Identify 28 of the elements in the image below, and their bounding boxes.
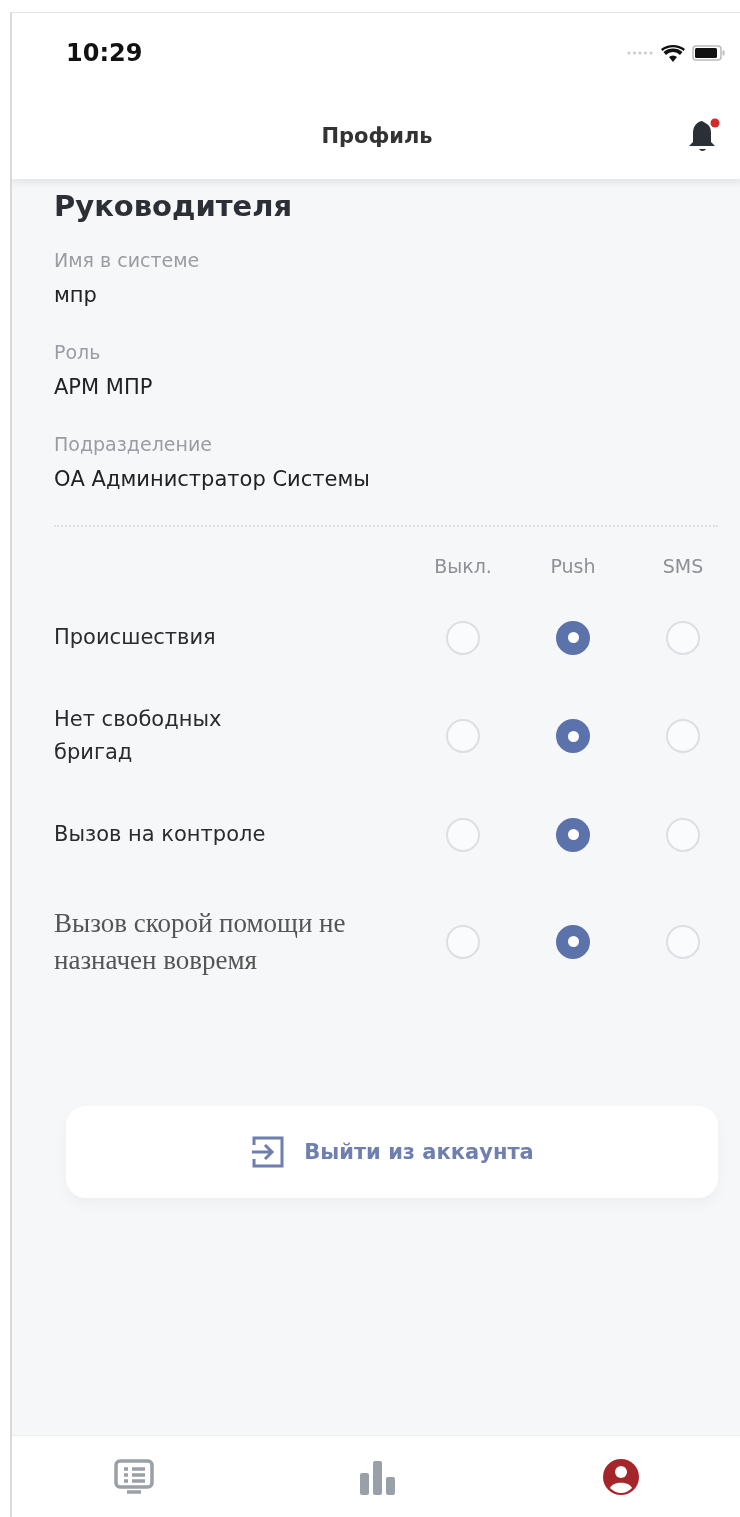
- radio-button[interactable]: [556, 620, 590, 655]
- field-value: АРМ МПР: [54, 375, 154, 399]
- column-header: Push: [550, 555, 596, 579]
- notification-label: Вызов скорой помощи не назначен вовремя: [54, 907, 347, 977]
- user-icon: [600, 1457, 641, 1497]
- radio-button[interactable]: [556, 924, 590, 959]
- page-title: Профиль: [321, 124, 433, 148]
- bar-chart-icon: [358, 1459, 398, 1495]
- field-label: Имя в системе: [54, 249, 201, 271]
- logout-icon: [250, 1135, 287, 1170]
- field-value: мпр: [54, 283, 98, 307]
- logout-button[interactable]: Выйти из аккаунта: [66, 1106, 718, 1199]
- status-time: 10:29: [66, 39, 143, 67]
- signal-icon: [626, 50, 654, 56]
- notification-label: Нет свободных бригад: [54, 705, 223, 767]
- field-value: ОА Администратор Системы: [54, 467, 371, 491]
- column-header: SMS: [662, 555, 704, 579]
- radio-button[interactable]: [556, 817, 590, 852]
- list-icon: [113, 1458, 156, 1496]
- notification-label: Вызов на контроле: [54, 820, 267, 848]
- column-header: Выкл.: [434, 555, 492, 579]
- battery-icon: [692, 44, 726, 62]
- field-label: Подразделение: [54, 433, 213, 455]
- field-label: Роль: [54, 341, 102, 363]
- notification-label: Происшествия: [54, 624, 217, 651]
- wifi-icon: [660, 43, 686, 63]
- profile-heading: Руководителя: [54, 189, 294, 223]
- radio-button[interactable]: [556, 719, 590, 754]
